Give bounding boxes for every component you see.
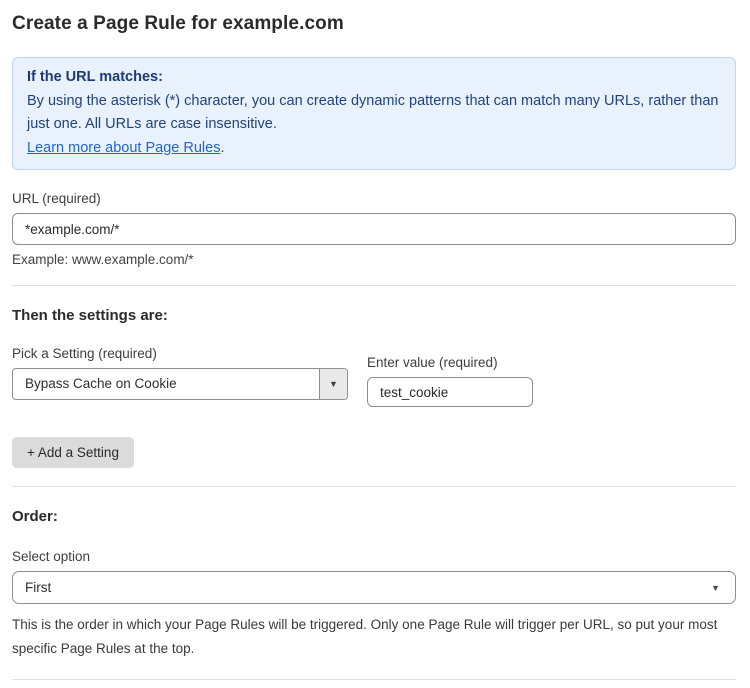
pick-setting-label: Pick a Setting (required): [12, 346, 348, 361]
setting-dropdown-button[interactable]: ▼: [319, 369, 347, 399]
divider: [12, 486, 736, 487]
create-page-rule-panel: Create a Page Rule for example.com If th…: [0, 0, 750, 688]
setting-dropdown[interactable]: Bypass Cache on Cookie ▼: [12, 368, 348, 400]
url-example-hint: Example: www.example.com/*: [12, 252, 736, 267]
order-select-label: Select option: [12, 549, 736, 564]
info-box-heading: If the URL matches:: [27, 66, 721, 90]
info-box-body: By using the asterisk (*) character, you…: [27, 90, 721, 137]
learn-more-link[interactable]: Learn more about Page Rules: [27, 140, 220, 156]
order-section-heading: Order:: [12, 508, 736, 525]
info-box-link-line: Learn more about Page Rules.: [27, 137, 721, 161]
divider: [12, 285, 736, 286]
enter-value-column: Enter value (required): [367, 346, 533, 407]
order-help-text: This is the order in which your Page Rul…: [12, 613, 736, 661]
order-select[interactable]: First ▼: [12, 571, 736, 604]
url-match-info-box: If the URL matches: By using the asteris…: [12, 57, 736, 170]
url-input[interactable]: [12, 213, 736, 245]
chevron-down-icon: ▼: [711, 583, 720, 593]
link-suffix: .: [220, 140, 224, 156]
setting-row: Pick a Setting (required) Bypass Cache o…: [12, 346, 736, 407]
chevron-down-icon: ▼: [329, 379, 338, 389]
enter-value-label: Enter value (required): [367, 355, 533, 370]
setting-dropdown-value: Bypass Cache on Cookie: [13, 369, 319, 399]
divider: [12, 679, 736, 680]
add-setting-button[interactable]: + Add a Setting: [12, 437, 134, 468]
settings-section-heading: Then the settings are:: [12, 307, 736, 324]
setting-value-input[interactable]: [367, 377, 533, 407]
pick-setting-column: Pick a Setting (required) Bypass Cache o…: [12, 346, 348, 407]
page-title: Create a Page Rule for example.com: [12, 13, 736, 35]
order-select-value: First: [25, 580, 51, 595]
url-field-label: URL (required): [12, 191, 736, 206]
